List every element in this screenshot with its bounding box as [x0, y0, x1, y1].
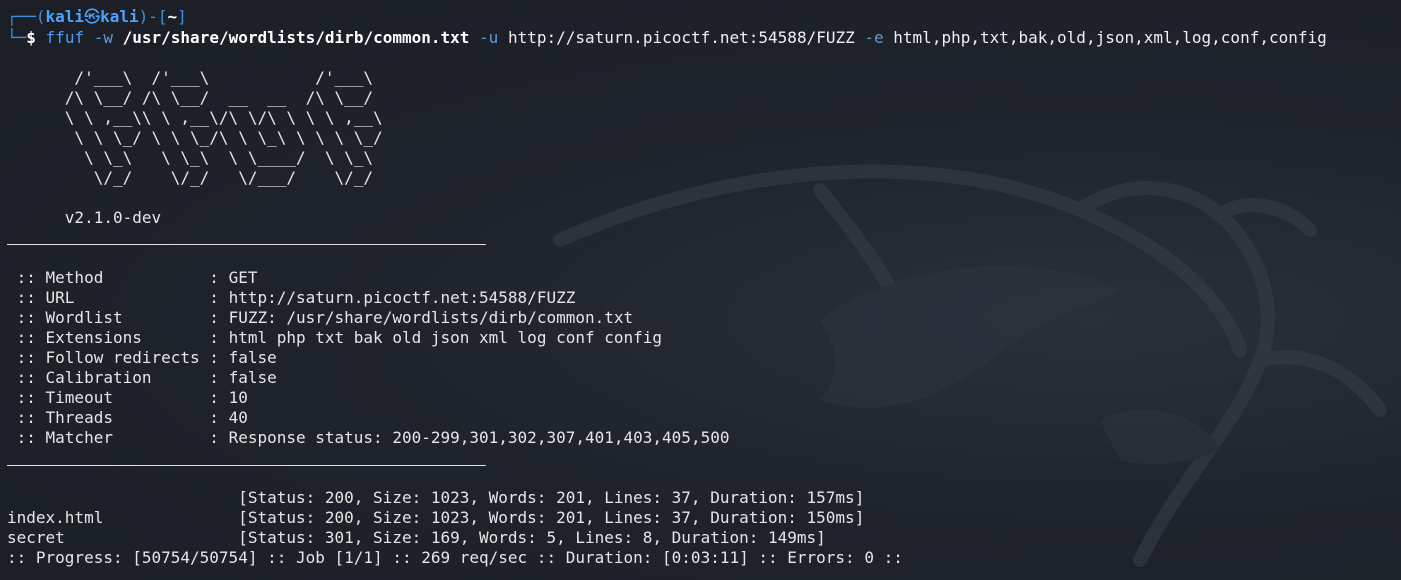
config-value: Response status: 200-299,301,302,307,401… [228, 428, 730, 447]
banner-line-2: /\ \__/ /\ \__/ __ __ /\ \__/ [7, 88, 374, 107]
result-name: secret [7, 528, 239, 547]
config-url: :: URL : http://saturn.picoctf.net:54588… [7, 288, 576, 308]
progress-line: :: Progress: [50754/50754] :: Job [1/1] … [7, 548, 903, 567]
config-value: http://saturn.picoctf.net:54588/FUZZ [228, 288, 576, 307]
config-value: FUZZ: /usr/share/wordlists/dirb/common.t… [228, 308, 634, 327]
command-wordlist-path: /usr/share/wordlists/dirb/common.txt [122, 28, 470, 47]
banner-line-6: \/_/ \/_/ \/___/ \/_/ [7, 168, 374, 187]
config-matcher: :: Matcher : Response status: 200-299,30… [7, 428, 730, 448]
config-key: :: Threads : [7, 408, 229, 427]
banner-line-1: /'___\ /'___\ /'___\ [7, 68, 374, 87]
config-key: :: URL : [7, 288, 229, 307]
prompt-bracket-close: ] [177, 7, 187, 26]
config-wordlist: :: Wordlist : FUZZ: /usr/share/wordlists… [7, 308, 634, 328]
config-extensions: :: Extensions : html php txt bak old jso… [7, 328, 662, 348]
config-key: :: Calibration : [7, 368, 229, 387]
command-flag-u: -u [479, 28, 499, 47]
result-name [7, 488, 238, 507]
divider-bottom [7, 465, 486, 466]
config-value: html php txt bak old json xml log conf c… [228, 328, 663, 347]
prompt-user: kali [45, 7, 85, 26]
config-value: 40 [228, 408, 248, 427]
command-flag-w: -w [93, 28, 113, 47]
result-name: index.html [7, 508, 239, 527]
config-method: :: Method : GET [7, 268, 258, 288]
config-key: :: Matcher : [7, 428, 229, 447]
banner-line-4: \ \ \_/ \ \ \_/\ \ \_\ \ \ \ \_/ [7, 128, 383, 147]
result-row: [Status: 200, Size: 1023, Words: 201, Li… [7, 488, 864, 508]
prompt-box-bottom: └─ [7, 28, 27, 47]
config-value: false [228, 348, 277, 367]
terminal-window[interactable]: ┌──(kali㉿kali)-[~] └─$ ffuf -w /usr/shar… [0, 0, 1401, 580]
banner-line-5: \ \_\ \ \_\ \ \____/ \ \_\ [7, 148, 374, 167]
prompt-at-symbol: ㉿ [84, 7, 101, 26]
config-value: 10 [228, 388, 248, 407]
result-status: [Status: 301, Size: 169, Words: 5, Lines… [238, 528, 826, 547]
config-key: :: Timeout : [7, 388, 229, 407]
prompt-host: kali [100, 7, 139, 26]
prompt-directory: ~ [167, 7, 178, 26]
result-status: [Status: 200, Size: 1023, Words: 201, Li… [238, 508, 865, 527]
divider-top [7, 244, 486, 245]
command-program: ffuf [45, 28, 85, 47]
prompt-line-1: ┌──(kali㉿kali)-[~] [7, 7, 187, 27]
config-value: GET [228, 268, 258, 287]
config-calibration: :: Calibration : false [7, 368, 277, 388]
command-line[interactable]: └─$ ffuf -w /usr/share/wordlists/dirb/co… [7, 28, 1327, 48]
result-status: [Status: 200, Size: 1023, Words: 201, Li… [238, 488, 865, 507]
command-extensions: html,php,txt,bak,old,json,xml,log,conf,c… [893, 28, 1327, 47]
prompt-box-corner: ┌──( [7, 7, 46, 26]
command-url: http://saturn.picoctf.net:54588/FUZZ [507, 28, 855, 47]
config-timeout: :: Timeout : 10 [7, 388, 248, 408]
prompt-dollar: $ [26, 28, 36, 47]
result-row: index.html [Status: 200, Size: 1023, Wor… [7, 508, 864, 528]
config-follow-redirects: :: Follow redirects : false [7, 348, 277, 368]
config-key: :: Extensions : [7, 328, 229, 347]
command-flag-e: -e [864, 28, 884, 47]
config-threads: :: Threads : 40 [7, 408, 248, 428]
prompt-separator: )-[ [138, 7, 168, 26]
config-key: :: Follow redirects : [7, 348, 229, 367]
config-key: :: Method : [7, 268, 229, 287]
banner-line-3: \ \ ,__\\ \ ,__\/\ \/\ \ \ \ ,__\ [7, 108, 383, 127]
config-value: false [228, 368, 277, 387]
config-key: :: Wordlist : [7, 308, 229, 327]
result-row: secret [Status: 301, Size: 169, Words: 5… [7, 528, 826, 548]
version-text: v2.1.0-dev [7, 208, 162, 227]
